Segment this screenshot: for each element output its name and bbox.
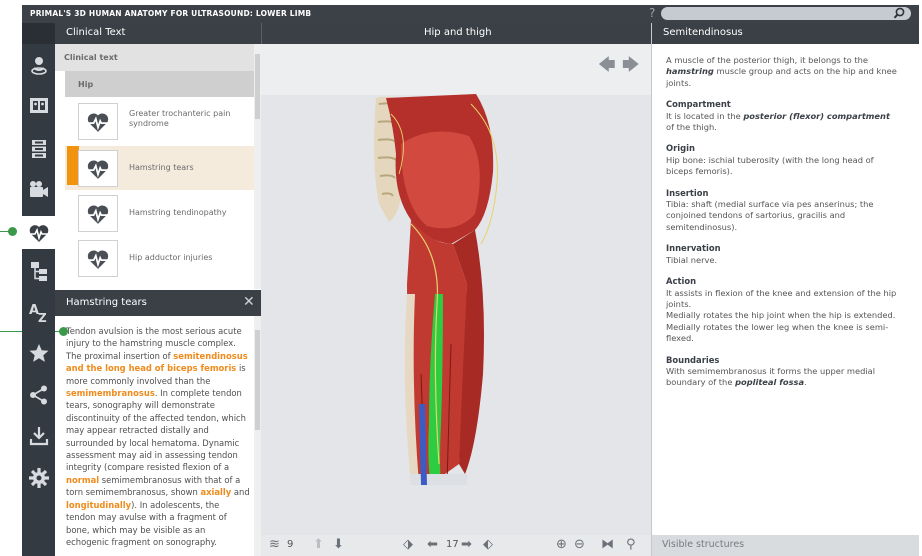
layers-icon[interactable]: ≋ xyxy=(269,537,280,552)
list-item[interactable]: Greater trochanteric pain syndrome xyxy=(65,99,254,143)
view-number: 17 xyxy=(446,539,459,550)
viewer-toolbar: ≋ 9 ⬆ ⬇ ⬗ ⬅ 17 ➡ ⬖ ⊕ ⊖ ⧓ ⚲ xyxy=(261,535,651,556)
origin-text: Hip bone: ischial tuberosity (with the l… xyxy=(666,154,874,177)
rotate-model-icon[interactable] xyxy=(22,50,55,80)
hierarchy-tree-icon[interactable] xyxy=(22,256,55,286)
zoom-in-icon[interactable]: ⊕ xyxy=(556,537,567,552)
clinical-list: Clinical text Hip Greater trochanteric p… xyxy=(55,44,261,289)
boundaries-heading: Boundaries xyxy=(666,354,720,365)
layer-up-icon[interactable]: ⬆ xyxy=(313,537,324,552)
action-text: Medially rotates the lower leg when the … xyxy=(666,321,889,344)
view-title-header: Hip and thigh xyxy=(424,27,492,38)
heart-pulse-icon xyxy=(78,240,118,277)
heart-pulse-icon xyxy=(78,103,118,140)
heart-pulse-icon xyxy=(78,150,118,187)
detail-header: Hamstring tears ✕ xyxy=(55,290,261,316)
help-icon[interactable]: ? xyxy=(649,6,655,20)
detail-scrollbar[interactable] xyxy=(254,316,261,556)
compartment-heading: Compartment xyxy=(666,99,731,110)
mirror-icon[interactable]: ⧓ xyxy=(601,537,614,552)
download-icon[interactable] xyxy=(22,421,55,451)
app-title: PRIMAL'S 3D HUMAN ANATOMY FOR ULTRASOUND… xyxy=(30,9,312,18)
clinical-heart-icon[interactable] xyxy=(22,216,55,249)
previous-view-icon[interactable]: ⬅ xyxy=(427,537,438,552)
settings-gear-icon[interactable] xyxy=(22,463,55,493)
structure-info: A muscle of the posterior thigh, it belo… xyxy=(652,44,919,535)
text-run: . In complete tendon tears, sonography w… xyxy=(66,388,246,473)
list-item-label: Hip adductor injuries xyxy=(129,253,213,262)
a-z-index-icon[interactable]: AZ xyxy=(22,297,55,327)
search-icon[interactable] xyxy=(891,6,908,21)
action-heading: Action xyxy=(666,276,697,287)
text-run: of the thigh. xyxy=(666,122,717,133)
list-item[interactable]: Hip adductor injuries xyxy=(65,236,254,280)
sidebar-top xyxy=(22,23,55,44)
insertion-text: Tibia: shaft (medial surface via pes ans… xyxy=(666,199,874,232)
favorites-star-icon[interactable] xyxy=(22,338,55,368)
innervation-heading: Innervation xyxy=(666,243,721,254)
sidebar: AZ xyxy=(22,23,55,556)
next-view-icon[interactable]: ➡ xyxy=(461,537,472,552)
highlight-link[interactable]: semimembranosus xyxy=(66,388,155,398)
annotation-dot xyxy=(8,227,17,236)
model-viewer[interactable]: 🡄 🡆 xyxy=(261,44,651,535)
text-run: A muscle of the posterior thigh, it belo… xyxy=(666,55,868,65)
list-item-label: Hamstring tendinopathy xyxy=(129,208,227,217)
highlight-link[interactable]: longitudinally xyxy=(66,500,131,510)
list-item-selected[interactable]: Hamstring tears xyxy=(65,146,254,190)
share-icon[interactable] xyxy=(22,380,55,410)
text-run: It is located in the xyxy=(666,110,744,121)
text-run: . xyxy=(804,377,807,388)
scrollbar-thumb[interactable] xyxy=(255,54,260,119)
list-scrollbar[interactable] xyxy=(254,44,261,289)
close-icon[interactable]: ✕ xyxy=(243,294,255,310)
heart-pulse-icon xyxy=(78,195,118,232)
anatomy-model[interactable] xyxy=(261,44,651,535)
zoom-out-icon[interactable]: ⊖ xyxy=(574,537,585,552)
compartment-link[interactable]: posterior (flexor) compartment xyxy=(743,111,890,121)
subcategory-header[interactable]: Hip xyxy=(65,71,254,97)
text-run: and xyxy=(231,487,250,498)
rotate-left-icon[interactable]: ⬗ xyxy=(403,537,413,552)
highlight-link[interactable]: axially xyxy=(200,487,231,497)
highlight-link[interactable]: normal xyxy=(66,475,99,485)
rotate-right-icon[interactable]: ⬖ xyxy=(483,537,493,552)
visible-structures-tab[interactable]: Visible structures xyxy=(652,535,919,556)
action-text: Medially rotates the hip joint when the … xyxy=(666,310,896,321)
info-intro: A muscle of the posterior thigh, it belo… xyxy=(666,55,897,89)
title-bar: PRIMAL'S 3D HUMAN ANATOMY FOR ULTRASOUND… xyxy=(22,5,919,23)
layer-down-icon[interactable]: ⬇ xyxy=(333,537,344,552)
hamstring-link[interactable]: hamstring xyxy=(666,66,714,76)
origin-heading: Origin xyxy=(666,143,695,154)
compartment-text: It is located in the posterior (flexor) … xyxy=(666,111,897,134)
structure-name-header: Semitendinosus xyxy=(663,27,743,38)
list-item[interactable]: Hamstring tendinopathy xyxy=(65,191,254,235)
views-icon[interactable] xyxy=(22,91,55,121)
action-text: It assists in flexion of the knee and ex… xyxy=(666,287,897,309)
layers-count: 9 xyxy=(287,539,294,550)
video-camera-icon[interactable] xyxy=(22,175,55,205)
layers-stack-icon[interactable] xyxy=(22,134,55,164)
list-item-label: Greater trochanteric pain syndrome xyxy=(129,109,231,128)
popliteal-fossa-link[interactable]: popliteal fossa xyxy=(735,377,804,387)
app-window: PRIMAL'S 3D HUMAN ANATOMY FOR ULTRASOUND… xyxy=(0,0,922,556)
insertion-heading: Insertion xyxy=(666,187,709,198)
search-input[interactable] xyxy=(661,7,911,20)
detail-title: Hamstring tears xyxy=(66,297,147,308)
boundaries-text: With semimembranosus it forms the upper … xyxy=(666,366,897,389)
pin-icon[interactable]: ⚲ xyxy=(626,537,636,552)
panel-header-bar: Clinical Text Hip and thigh Semitendinos… xyxy=(55,23,919,44)
detail-text: Tendon avulsion is the most serious acut… xyxy=(55,316,254,556)
list-item-label: Hamstring tears xyxy=(129,163,194,172)
clinical-text-header: Clinical Text xyxy=(66,27,126,38)
scrollbar-thumb[interactable] xyxy=(255,330,260,430)
header-divider xyxy=(261,23,262,44)
innervation-text: Tibial nerve. xyxy=(666,254,718,265)
category-header[interactable]: Clinical text xyxy=(55,44,254,71)
svg-text:Z: Z xyxy=(38,311,47,323)
